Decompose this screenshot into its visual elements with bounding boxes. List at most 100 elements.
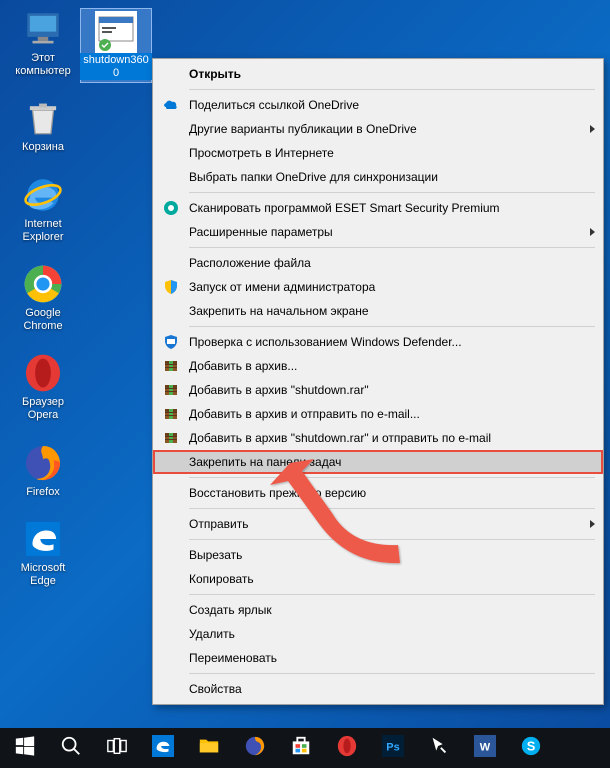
taskbar-word[interactable]: W: [462, 728, 508, 768]
menu-item[interactable]: Добавить в архив "shutdown.rar" и отправ…: [153, 426, 603, 450]
menu-item[interactable]: Закрепить на начальном экране: [153, 299, 603, 323]
desktop-icon-chrome[interactable]: Google Chrome: [8, 263, 78, 332]
menu-item[interactable]: Расширенные параметры: [153, 220, 603, 244]
menu-item[interactable]: Отправить: [153, 512, 603, 536]
menu-item[interactable]: Восстановить прежнюю версию: [153, 481, 603, 505]
menu-item[interactable]: Запуск от имени администратора: [153, 275, 603, 299]
menu-item[interactable]: Открыть: [153, 62, 603, 86]
icon-label: Firefox: [26, 486, 60, 499]
eset-icon: [161, 200, 181, 216]
menu-item[interactable]: Выбрать папки OneDrive для синхронизации: [153, 165, 603, 189]
taskbar-photoshop[interactable]: Ps: [370, 728, 416, 768]
taskview-icon: [106, 735, 128, 762]
menu-item[interactable]: Поделиться ссылкой OneDrive: [153, 93, 603, 117]
defender-icon: [161, 334, 181, 350]
icon-label: Internet Explorer: [8, 218, 78, 243]
firefox-icon: [244, 735, 266, 762]
menu-item[interactable]: Другие варианты публикации в OneDrive: [153, 117, 603, 141]
desktop-icon-this-pc[interactable]: Этот компьютер: [8, 8, 78, 77]
blank-icon: [161, 681, 181, 697]
menu-item-label: Переименовать: [189, 651, 575, 665]
desktop-icons-column: Этот компьютер Корзина Internet Explorer…: [8, 8, 78, 588]
menu-separator: [189, 192, 595, 193]
ps-icon: Ps: [382, 735, 404, 762]
menu-item[interactable]: Создать ярлык: [153, 598, 603, 622]
onedrive-icon: [161, 97, 181, 113]
edge-icon: [152, 735, 174, 762]
taskbar-cursor-app[interactable]: [416, 728, 462, 768]
taskbar-edge[interactable]: [140, 728, 186, 768]
menu-item[interactable]: Проверка с использованием Windows Defend…: [153, 330, 603, 354]
desktop-icon-ie[interactable]: Internet Explorer: [8, 174, 78, 243]
menu-item[interactable]: Просмотреть в Интернете: [153, 141, 603, 165]
menu-item[interactable]: Сканировать программой ESET Smart Securi…: [153, 196, 603, 220]
menu-separator: [189, 326, 595, 327]
menu-item-label: Копировать: [189, 572, 575, 586]
blank-icon: [161, 547, 181, 563]
desktop-icon-edge[interactable]: Microsoft Edge: [8, 518, 78, 587]
taskbar-task-view[interactable]: [94, 728, 140, 768]
icon-label: Этот компьютер: [8, 52, 78, 77]
firefox-icon: [22, 442, 64, 484]
blank-icon: [161, 626, 181, 642]
menu-item[interactable]: Добавить в архив "shutdown.rar": [153, 378, 603, 402]
taskbar-skype[interactable]: S: [508, 728, 554, 768]
submenu-arrow-icon: [590, 228, 595, 236]
menu-item-label: Расширенные параметры: [189, 225, 575, 239]
desktop-icon-opera[interactable]: Браузер Opera: [8, 352, 78, 421]
menu-item-label: Просмотреть в Интернете: [189, 146, 575, 160]
menu-item-label: Расположение файла: [189, 256, 575, 270]
menu-item[interactable]: Копировать: [153, 567, 603, 591]
icon-label: Браузер Opera: [8, 396, 78, 421]
menu-item-label: Добавить в архив "shutdown.rar" и отправ…: [189, 431, 575, 445]
desktop-icon-recycle-bin[interactable]: Корзина: [8, 97, 78, 154]
opera-icon: [336, 735, 358, 762]
desktop-icon-shutdown3600[interactable]: shutdown360 0: [80, 8, 152, 83]
menu-item-label: Выбрать папки OneDrive для синхронизации: [189, 170, 575, 184]
taskbar-opera[interactable]: [324, 728, 370, 768]
menu-item[interactable]: Закрепить на панели задач: [153, 450, 603, 474]
menu-item-label: Запуск от имени администратора: [189, 280, 575, 294]
menu-item[interactable]: Добавить в архив...: [153, 354, 603, 378]
ie-icon: [22, 174, 64, 216]
blank-icon: [161, 255, 181, 271]
winrar-icon: [161, 358, 181, 374]
desktop-icon-firefox[interactable]: Firefox: [8, 442, 78, 499]
menu-item[interactable]: Расположение файла: [153, 251, 603, 275]
menu-item[interactable]: Добавить в архив и отправить по e-mail..…: [153, 402, 603, 426]
taskbar-firefox[interactable]: [232, 728, 278, 768]
menu-item-label: Поделиться ссылкой OneDrive: [189, 98, 575, 112]
menu-separator: [189, 594, 595, 595]
icon-label: shutdown360 0: [80, 53, 151, 80]
blank-icon: [161, 224, 181, 240]
taskbar-start[interactable]: [2, 728, 48, 768]
menu-item[interactable]: Вырезать: [153, 543, 603, 567]
taskbar: Ps WS: [0, 728, 610, 768]
winrar-icon: [161, 430, 181, 446]
blank-icon: [161, 516, 181, 532]
context-menu: Открыть Поделиться ссылкой OneDrive Другие…: [152, 58, 604, 705]
menu-item[interactable]: Удалить: [153, 622, 603, 646]
menu-item[interactable]: Свойства: [153, 677, 603, 701]
bin-icon: [22, 97, 64, 139]
menu-item-label: Создать ярлык: [189, 603, 575, 617]
menu-item[interactable]: Переименовать: [153, 646, 603, 670]
batch-file-icon: [95, 11, 137, 53]
blank-icon: [161, 121, 181, 137]
icon-label: Google Chrome: [8, 307, 78, 332]
word-icon: W: [474, 735, 496, 762]
taskbar-search[interactable]: [48, 728, 94, 768]
opera-icon: [22, 352, 64, 394]
blank-icon: [161, 454, 181, 470]
menu-separator: [189, 477, 595, 478]
search-icon: [60, 735, 82, 762]
blank-icon: [161, 602, 181, 618]
menu-item-label: Закрепить на панели задач: [189, 455, 575, 469]
skype-icon: S: [520, 735, 542, 762]
taskbar-store[interactable]: [278, 728, 324, 768]
taskbar-file-explorer[interactable]: [186, 728, 232, 768]
blank-icon: [161, 485, 181, 501]
blank-icon: [161, 650, 181, 666]
menu-separator: [189, 508, 595, 509]
folder-icon: [198, 735, 220, 762]
